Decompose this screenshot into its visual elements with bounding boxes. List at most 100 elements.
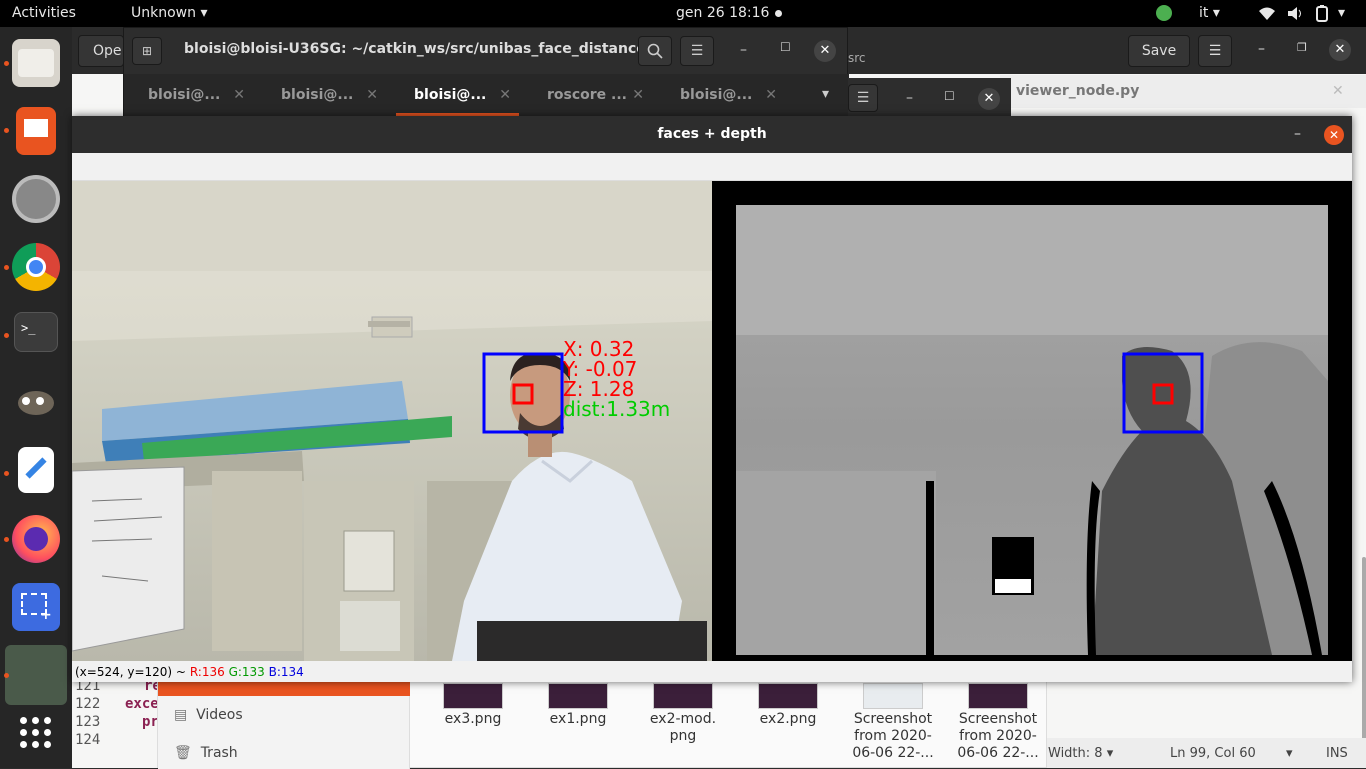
minimize-icon[interactable]: – — [740, 42, 747, 58]
file-manager-window: ▤ Videos 🗑 Trash ex3.png ex1.png ex2-mod. … — [157, 668, 1047, 769]
screenshot-app-icon[interactable]: + — [12, 583, 60, 631]
tabs-dropdown-icon[interactable]: ▾ — [822, 86, 829, 102]
tab-close-icon[interactable]: ✕ — [632, 74, 644, 116]
tab-close-icon[interactable]: ✕ — [233, 74, 245, 116]
sidebar-item-trash[interactable]: 🗑 Trash — [174, 745, 238, 761]
path-fragment: src — [848, 51, 866, 65]
window-toolbar — [72, 153, 1352, 181]
window-status-bar: (x=524, y=120) ~ R:136 G:133 B:134 — [72, 662, 1352, 682]
maximize-icon[interactable]: ☐ — [944, 89, 955, 103]
terminal-tab[interactable]: bloisi@... ✕ — [396, 74, 529, 118]
terminal-tab-label: bloisi@... — [148, 87, 221, 103]
tab-close-icon[interactable]: ✕ — [499, 74, 511, 116]
wifi-icon[interactable] — [1258, 6, 1276, 21]
terminal-tab[interactable]: bloisi@... ✕ — [130, 74, 263, 118]
new-tab-button[interactable]: ⊞ — [132, 37, 162, 65]
tab-width-selector[interactable]: Width: 8 ▾ — [1048, 746, 1113, 761]
file-name: Screenshot from 2020- 06-06 22-... — [852, 711, 934, 761]
editor-tab-bar: viewer_node.py ✕ — [1000, 75, 1366, 108]
tab-close-icon[interactable]: ✕ — [1332, 83, 1344, 99]
firefox-app-icon[interactable] — [12, 515, 60, 563]
activities-button[interactable]: Activities — [12, 5, 76, 21]
editor-scrollbar[interactable] — [1362, 557, 1366, 747]
active-app-icon[interactable] — [5, 645, 67, 705]
update-icon[interactable] — [1156, 5, 1172, 21]
minimize-icon[interactable]: – — [906, 90, 913, 106]
terminal-tab[interactable]: bloisi@... ✕ — [662, 74, 795, 118]
code-lines: re exce pr — [116, 677, 161, 731]
maximize-icon[interactable]: ☐ — [780, 40, 791, 54]
pixel-red: R:136 — [189, 665, 225, 679]
terminal-menu-button[interactable]: ☰ — [848, 84, 878, 112]
file-thumbnail — [968, 683, 1028, 709]
tab-viewer-node[interactable]: viewer_node.py — [1016, 83, 1139, 99]
terminal-title: bloisi@bloisi-U36SG: ~/catkin_ws/src/uni… — [184, 41, 669, 57]
file-item[interactable]: Screenshot from 2020- 06-06 22-... — [948, 683, 1048, 762]
code-line: pr — [142, 714, 159, 730]
clock[interactable]: gen 26 18:16 — [676, 5, 769, 21]
cursor-chevron-icon[interactable]: ▾ — [1286, 746, 1293, 761]
terminal-tab[interactable]: roscore ... ✕ — [529, 74, 662, 118]
tab-close-icon[interactable]: ✕ — [366, 74, 378, 116]
terminal-menu-button[interactable]: ☰ — [680, 36, 714, 66]
close-icon[interactable]: ✕ — [1329, 39, 1351, 61]
file-item[interactable]: ex1.png — [528, 683, 628, 728]
files-sidebar: ▤ Videos 🗑 Trash — [158, 669, 410, 769]
terminal-tab[interactable]: bloisi@... ✕ — [263, 74, 396, 118]
terminal-window: ⊞ bloisi@bloisi-U36SG: ~/catkin_ws/src/u… — [123, 27, 849, 118]
system-menu-icon[interactable]: ▾ — [1338, 5, 1345, 21]
dock: >_ + — [0, 27, 72, 768]
chrome-app-icon[interactable] — [12, 243, 60, 291]
battery-icon[interactable] — [1315, 5, 1329, 22]
rgb-camera-frame: X: 0.32 Y: -0.07 Z: 1.28 dist:1.33m — [72, 181, 712, 661]
minimize-icon[interactable]: – — [1294, 116, 1301, 153]
show-apps-icon[interactable] — [20, 717, 52, 749]
sidebar-item-videos[interactable]: ▤ Videos — [174, 707, 243, 723]
running-indicator — [4, 471, 9, 476]
file-name: ex2-mod. png — [649, 711, 717, 744]
files-app-icon[interactable] — [12, 39, 60, 87]
file-name: Screenshot from 2020- 06-06 22-... — [957, 711, 1039, 761]
notification-dot — [775, 10, 782, 17]
file-thumbnail — [653, 683, 713, 709]
editor-menu-button[interactable]: ☰ — [1198, 35, 1232, 67]
file-item[interactable]: ex3.png — [423, 683, 523, 728]
file-grid: ex3.png ex1.png ex2-mod. png ex2.png Screens… — [423, 683, 1043, 769]
file-thumbnail — [863, 683, 923, 709]
impress-app-icon[interactable] — [16, 107, 56, 155]
tab-close-icon[interactable]: ✕ — [765, 74, 777, 116]
chevron-down-icon: ▾ — [200, 5, 208, 21]
close-icon[interactable]: ✕ — [978, 88, 1000, 110]
file-item[interactable]: ex2-mod. png — [633, 683, 733, 745]
gimp-app-icon[interactable] — [12, 379, 60, 427]
file-thumbnail — [548, 683, 608, 709]
running-indicator — [4, 265, 9, 270]
volume-icon[interactable] — [1287, 6, 1303, 21]
file-item[interactable]: Screenshot from 2020- 06-06 22-... — [843, 683, 943, 762]
maximize-icon[interactable]: ❐ — [1297, 41, 1307, 54]
settings-app-icon[interactable] — [12, 175, 60, 223]
code-line: exce — [125, 696, 159, 712]
close-icon[interactable]: ✕ — [814, 40, 836, 62]
running-indicator — [4, 333, 9, 338]
app-menu[interactable]: Unknown ▾ — [131, 5, 207, 21]
text-editor-app-icon[interactable] — [18, 447, 54, 493]
file-item[interactable]: ex2.png — [738, 683, 838, 728]
search-icon — [647, 43, 663, 59]
terminal-search-button[interactable] — [638, 36, 672, 66]
image-view[interactable]: X: 0.32 Y: -0.07 Z: 1.28 dist:1.33m — [72, 181, 1352, 661]
terminal-tab-bar: bloisi@... ✕ bloisi@... ✕ bloisi@... ✕ roscore… — [124, 74, 849, 118]
lang-label: it — [1199, 5, 1209, 21]
save-button[interactable]: Save — [1128, 35, 1190, 67]
minimize-icon[interactable]: – — [1258, 41, 1265, 57]
open-button[interactable]: Ope — [78, 35, 124, 67]
depth-frame — [712, 181, 1352, 661]
pixel-green: G:133 — [228, 665, 265, 679]
close-icon[interactable]: ✕ — [1324, 125, 1344, 145]
file-name: ex3.png — [444, 711, 502, 727]
terminal-app-icon[interactable]: >_ — [14, 312, 58, 352]
cursor-position[interactable]: Ln 99, Col 60 — [1170, 746, 1256, 761]
file-thumbnail — [443, 683, 503, 709]
keyboard-layout[interactable]: it ▾ — [1199, 5, 1220, 21]
window-titlebar: faces + depth – ✕ — [72, 116, 1352, 153]
